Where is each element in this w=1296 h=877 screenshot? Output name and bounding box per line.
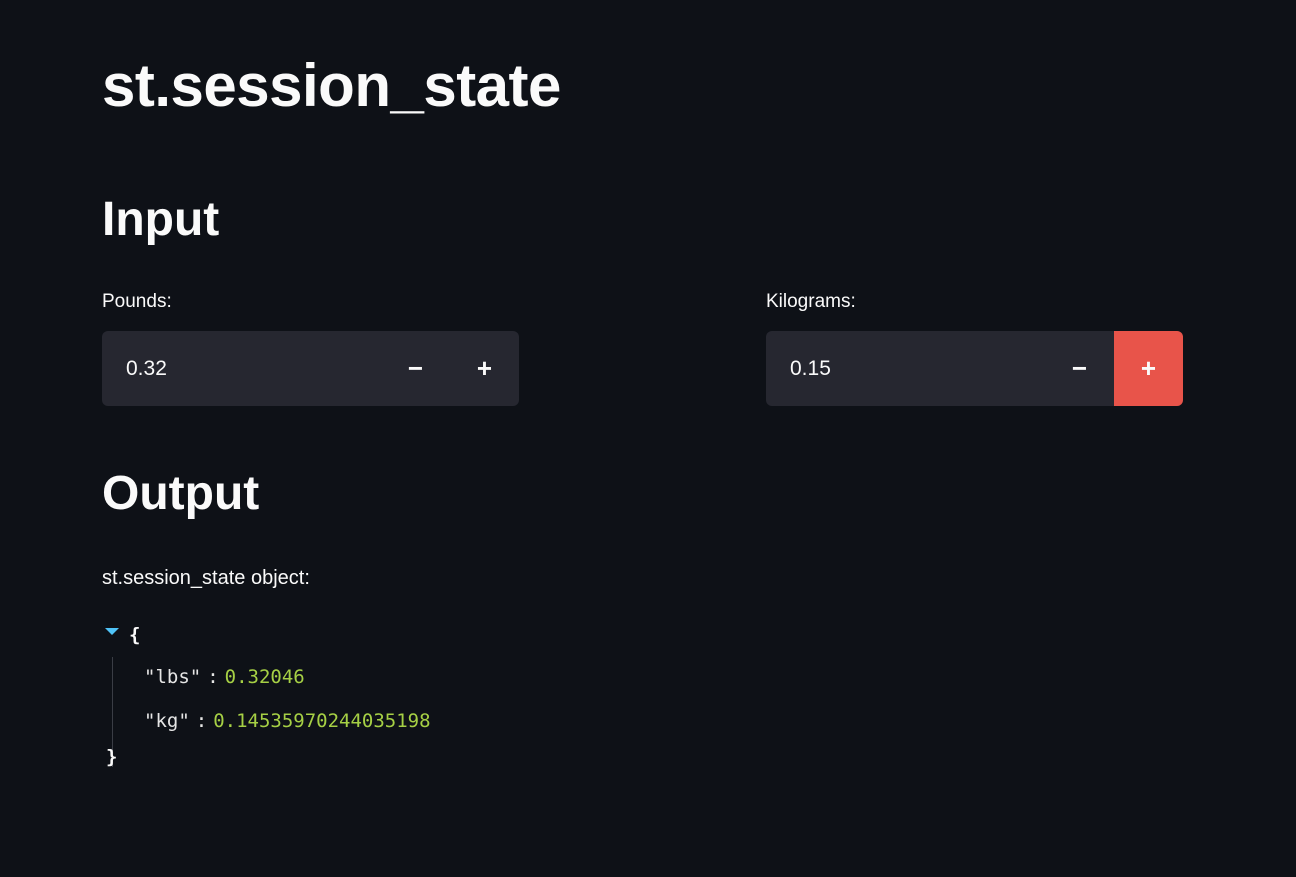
pounds-value[interactable]: 0.32: [126, 331, 167, 406]
input-heading: Input: [102, 193, 220, 246]
pounds-label: Pounds:: [102, 291, 172, 312]
kilograms-increment-button[interactable]: +: [1114, 331, 1183, 406]
json-value: 0.14535970244035198: [213, 710, 431, 732]
json-open-brace: {: [129, 624, 141, 646]
output-heading: Output: [102, 467, 260, 520]
kilograms-decrement-button[interactable]: −: [1045, 331, 1114, 406]
json-colon: :: [207, 666, 219, 688]
json-value: 0.32046: [224, 666, 305, 688]
json-key: "kg": [144, 710, 190, 732]
app-page: st.session_state Input Pounds: 0.32 − + …: [0, 0, 1296, 877]
kilograms-number-input[interactable]: 0.15 − +: [766, 331, 1183, 406]
kilograms-field: Kilograms: 0.15 − +: [766, 290, 1183, 406]
session-state-label: st.session_state object:: [102, 567, 310, 589]
kilograms-value[interactable]: 0.15: [790, 331, 831, 406]
json-viewer: { "lbs":0.32046 "kg":0.14535970244035198…: [102, 620, 802, 780]
pounds-field: Pounds: 0.32 − +: [102, 290, 519, 406]
json-key: "lbs": [144, 666, 202, 688]
page-title: st.session_state: [102, 52, 561, 119]
json-entry-kg: "kg":0.14535970244035198: [144, 710, 431, 732]
json-close-brace: }: [106, 746, 118, 768]
json-colon: :: [195, 710, 208, 732]
pounds-decrement-button[interactable]: −: [381, 331, 450, 406]
pounds-number-input[interactable]: 0.32 − +: [102, 331, 519, 406]
pounds-increment-button[interactable]: +: [450, 331, 519, 406]
caret-down-icon[interactable]: [105, 628, 119, 635]
kilograms-label: Kilograms:: [766, 291, 856, 312]
json-entry-lbs: "lbs":0.32046: [144, 666, 305, 688]
